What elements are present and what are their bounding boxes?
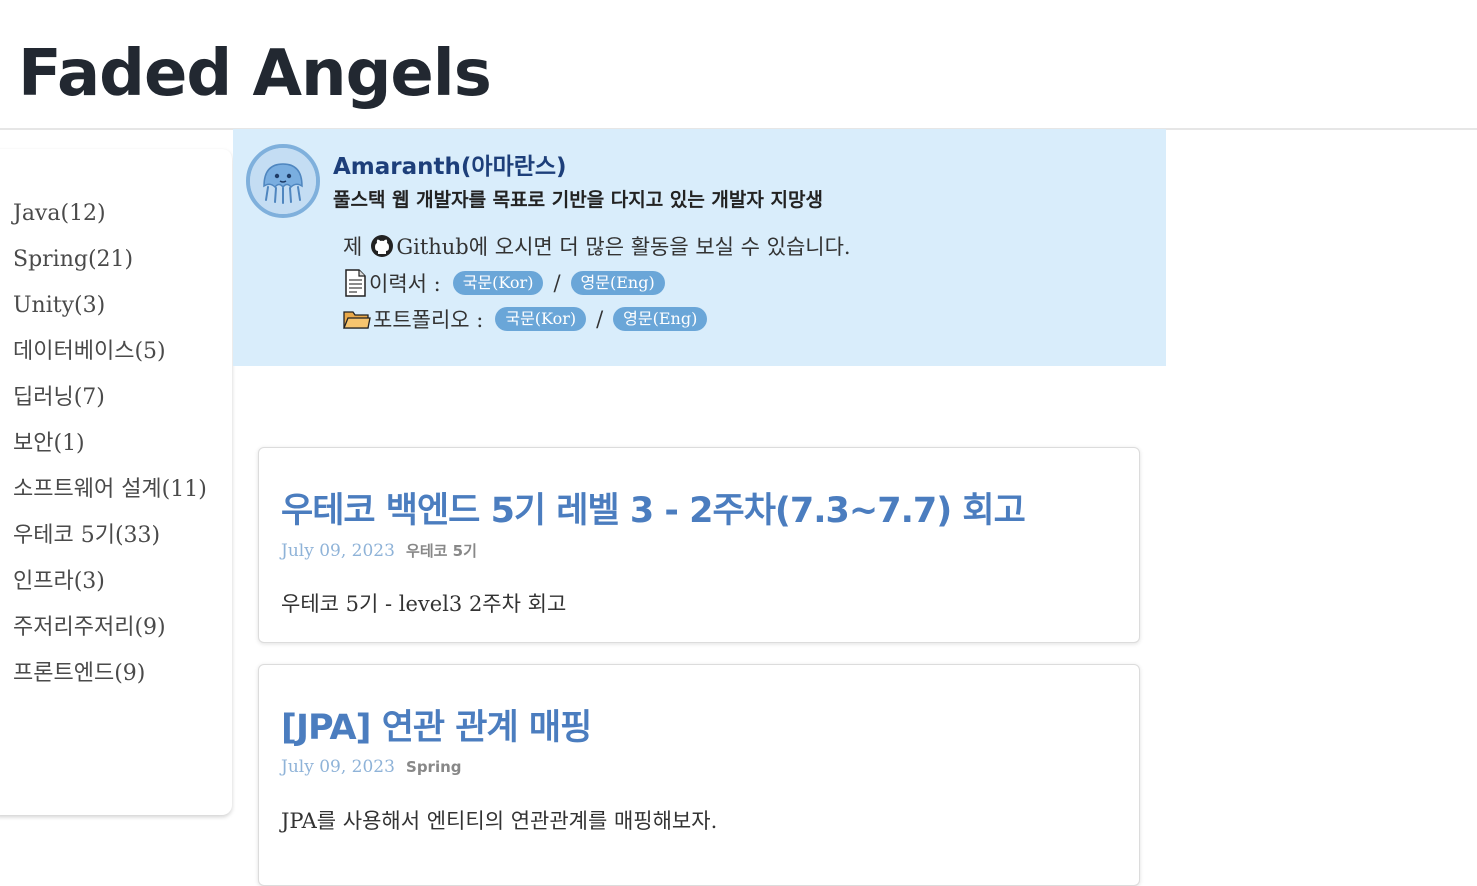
github-line: 제 Github에 오시면 더 많은 활동을 보실 수 있습니다. xyxy=(343,231,851,261)
separator: / xyxy=(596,307,604,331)
post-meta: July 09, 2023 Spring xyxy=(281,757,462,777)
site-title[interactable]: Faded Angels xyxy=(18,34,492,114)
post-title[interactable]: [JPA] 연관 관계 매핑 xyxy=(281,699,592,750)
category-item[interactable]: Spring(21) xyxy=(13,237,207,283)
category-item[interactable]: 프론트엔드(9) xyxy=(13,651,207,697)
avatar xyxy=(246,144,320,218)
post-date: July 09, 2023 xyxy=(281,757,395,777)
category-item[interactable]: 데이터베이스(5) xyxy=(13,329,207,375)
document-icon xyxy=(343,269,367,297)
github-link[interactable]: Github에 오시면 더 많은 활동을 보실 수 있습니다. xyxy=(396,231,850,261)
jellyfish-avatar-icon xyxy=(250,148,316,214)
category-item[interactable]: 보안(1) xyxy=(13,421,207,467)
portfolio-label: 포트폴리오 : xyxy=(373,308,484,332)
category-item[interactable]: Unity(3) xyxy=(13,283,207,329)
post-meta: July 09, 2023 우테코 5기 xyxy=(281,540,477,561)
category-item[interactable]: 우테코 5기(33) xyxy=(13,513,207,559)
profile-bio: 풀스택 웹 개발자를 목표로 기반을 다지고 있는 개발자 지망생 xyxy=(333,189,823,211)
category-item[interactable]: 주저리주저리(9) xyxy=(13,605,207,651)
resume-kor-button[interactable]: 국문(Kor) xyxy=(452,271,544,295)
resume-line: 이력서 : 국문(Kor) / 영문(Eng) xyxy=(343,268,669,298)
github-prefix: 제 xyxy=(343,235,363,259)
portfolio-eng-button[interactable]: 영문(Eng) xyxy=(613,307,708,331)
profile-name: Amaranth(아마란스) xyxy=(333,154,567,180)
category-item[interactable]: 소프트웨어 설계(11) xyxy=(13,467,207,513)
post-description: 우테코 5기 - level3 2주차 회고 xyxy=(281,592,567,616)
post-card[interactable]: 우테코 백엔드 5기 레벨 3 - 2주차(7.3~7.7) 회고 July 0… xyxy=(258,447,1140,643)
github-icon[interactable] xyxy=(370,234,394,258)
post-description: JPA를 사용해서 엔티티의 연관관계를 매핑해보자. xyxy=(281,809,718,833)
post-card[interactable]: [JPA] 연관 관계 매핑 July 09, 2023 Spring JPA를… xyxy=(258,664,1140,886)
profile-card: Amaranth(아마란스) 풀스택 웹 개발자를 목표로 기반을 다지고 있는… xyxy=(233,129,1166,366)
category-item[interactable]: 딥러닝(7) xyxy=(13,375,207,421)
category-item[interactable]: 인프라(3) xyxy=(13,559,207,605)
portfolio-kor-button[interactable]: 국문(Kor) xyxy=(495,307,587,331)
resume-eng-button[interactable]: 영문(Eng) xyxy=(570,271,665,295)
category-list: Java(12) Spring(21) Unity(3) 데이터베이스(5) 딥… xyxy=(13,191,207,697)
post-category[interactable]: 우테코 5기 xyxy=(406,542,477,560)
resume-label: 이력서 : xyxy=(369,272,441,296)
site-header: Faded Angels xyxy=(0,0,1477,130)
post-title[interactable]: 우테코 백엔드 5기 레벨 3 - 2주차(7.3~7.7) 회고 xyxy=(281,482,1026,533)
portfolio-line: 포트폴리오 : 국문(Kor) / 영문(Eng) xyxy=(343,304,711,334)
category-item[interactable]: Java(12) xyxy=(13,191,207,237)
post-date: July 09, 2023 xyxy=(281,541,395,561)
category-sidebar: Java(12) Spring(21) Unity(3) 데이터베이스(5) 딥… xyxy=(0,149,232,815)
separator: / xyxy=(553,271,561,295)
folder-icon xyxy=(343,308,371,330)
post-category[interactable]: Spring xyxy=(406,758,462,776)
